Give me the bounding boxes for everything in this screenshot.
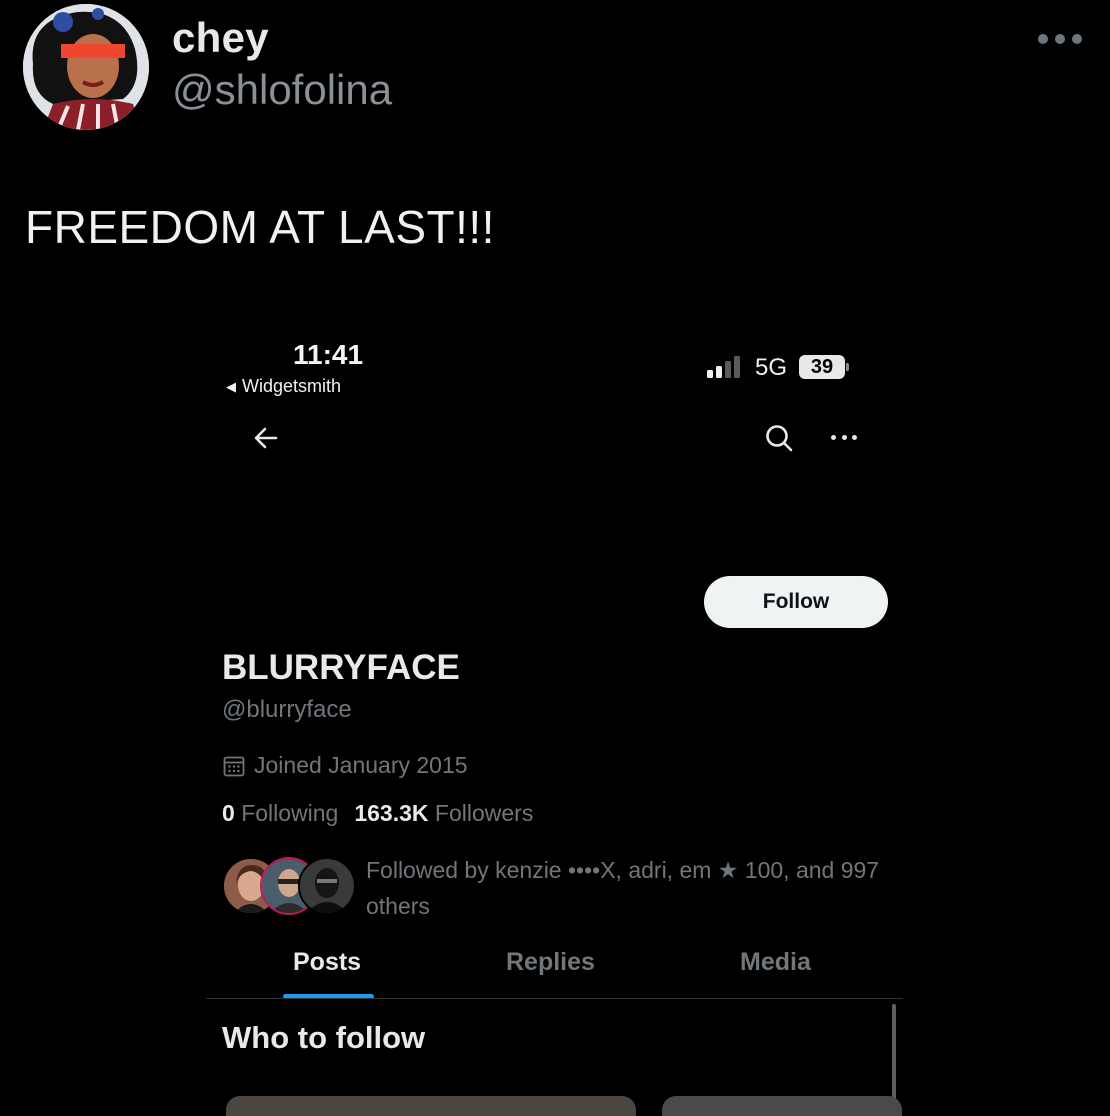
more-options-icon[interactable] bbox=[831, 432, 857, 442]
tab-posts[interactable]: Posts bbox=[293, 948, 361, 977]
author-avatar[interactable] bbox=[23, 4, 149, 130]
followers-count: 163.3K bbox=[354, 800, 429, 826]
tab-media[interactable]: Media bbox=[740, 948, 811, 977]
back-triangle-icon: ◀ bbox=[226, 378, 236, 394]
avatar-illustration bbox=[23, 4, 149, 130]
who-to-follow-title: Who to follow bbox=[222, 1020, 426, 1055]
follower-avatar-3 bbox=[298, 857, 356, 915]
more-horizontal-icon[interactable] bbox=[1038, 26, 1082, 52]
tweet-author-name[interactable]: chey bbox=[172, 14, 269, 62]
battery-cap bbox=[846, 363, 849, 371]
network-type: 5G bbox=[755, 354, 788, 381]
scrollbar[interactable] bbox=[892, 1004, 896, 1103]
profile-handle: @blurryface bbox=[222, 696, 352, 723]
joined-date: Joined January 2015 bbox=[222, 752, 468, 779]
following-count: 0 bbox=[222, 800, 235, 826]
signal-strength-icon bbox=[707, 356, 740, 378]
follow-stats: 0 Following 163.3K Followers bbox=[222, 800, 533, 827]
battery-icon: 39 bbox=[799, 355, 845, 379]
joined-text: Joined January 2015 bbox=[254, 752, 468, 778]
followers-stat[interactable]: 163.3K Followers bbox=[354, 800, 533, 827]
arrow-left-icon[interactable] bbox=[252, 424, 280, 452]
tweet-text: FREEDOM AT LAST!!! bbox=[25, 201, 495, 253]
back-to-app-link[interactable]: ◀ Widgetsmith bbox=[226, 376, 341, 397]
battery-level: 39 bbox=[810, 355, 834, 378]
following-label: Following bbox=[241, 800, 339, 826]
profile-display-name: BLURRYFACE bbox=[222, 648, 460, 687]
back-app-label: Widgetsmith bbox=[242, 376, 342, 396]
suggestion-card[interactable] bbox=[662, 1096, 902, 1116]
search-icon[interactable] bbox=[764, 423, 794, 453]
follow-button[interactable]: Follow bbox=[704, 576, 888, 628]
tabs-divider bbox=[206, 998, 903, 999]
tweet-author-handle[interactable]: @shlofolina bbox=[172, 66, 392, 114]
followers-label: Followers bbox=[434, 800, 534, 826]
status-time: 11:41 bbox=[293, 339, 364, 370]
followed-by-text[interactable]: Followed by kenzie ••••X, adri, em ★ 100… bbox=[366, 852, 896, 924]
suggestion-card[interactable] bbox=[226, 1096, 636, 1116]
following-stat[interactable]: 0 Following bbox=[222, 800, 338, 827]
calendar-icon bbox=[223, 756, 245, 776]
tab-replies[interactable]: Replies bbox=[506, 948, 595, 977]
followed-by-avatars[interactable] bbox=[222, 857, 356, 915]
